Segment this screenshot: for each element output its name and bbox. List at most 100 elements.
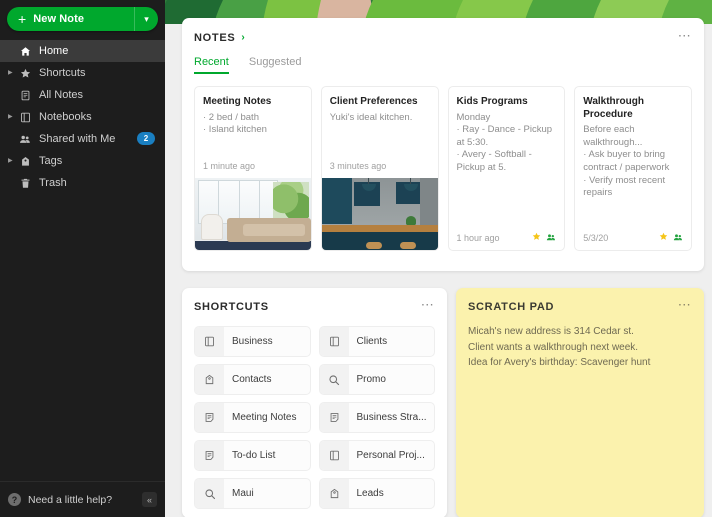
note-card-line: · Verify most recent repairs — [583, 174, 666, 199]
note-card-thumbnail-living-room — [195, 178, 311, 250]
shortcut-label: Business Stra... — [356, 412, 427, 423]
shortcut-label: Promo — [356, 374, 386, 385]
scratch-pad-line: Micah's new address is 314 Cedar st. — [468, 326, 634, 337]
shortcut-item-contacts[interactable]: Contacts — [194, 364, 311, 395]
notes-panel: NOTES › ⋯ Recent Suggested Meeting Notes… — [182, 18, 704, 271]
note-card-footer: 3 minutes ago — [322, 161, 438, 178]
kebab-menu-icon[interactable]: ⋯ — [678, 29, 692, 42]
scratch-pad-panel[interactable]: SCRATCH PAD ⋯ Micah's new address is 314… — [456, 288, 704, 517]
tag-icon — [319, 479, 349, 508]
kebab-menu-icon[interactable]: ⋯ — [421, 298, 435, 311]
shortcuts-panel-title: SHORTCUTS — [194, 301, 269, 313]
note-card[interactable]: Meeting Notes · 2 bed / bath · Island ki… — [194, 86, 312, 251]
note-card-body: Kids Programs Monday · Ray - Dance - Pic… — [449, 87, 565, 232]
shortcut-label: To-do List — [232, 450, 276, 461]
new-note-label: New Note — [33, 13, 85, 25]
shortcut-label: Contacts — [232, 374, 272, 385]
chevron-down-icon[interactable]: ▾ — [134, 7, 158, 31]
shortcuts-panel-header: SHORTCUTS ⋯ — [194, 298, 435, 313]
note-card-title: Meeting Notes — [203, 96, 272, 107]
shortcut-label: Meeting Notes — [232, 412, 297, 423]
scratch-pad-line: Idea for Avery's birthday: Scavenger hun… — [468, 357, 651, 368]
tag-icon — [195, 365, 224, 394]
lower-row: SHORTCUTS ⋯ Business Clients Contacts Pr… — [182, 288, 704, 517]
note-card-timestamp: 1 hour ago — [456, 232, 500, 243]
note-card-line: · Island kitchen — [203, 124, 267, 136]
collapse-left-icon[interactable]: « — [142, 492, 157, 507]
shortcut-item-clients[interactable]: Clients — [318, 326, 435, 357]
shortcut-item-to-do-list[interactable]: To-do List — [194, 440, 311, 471]
note-card[interactable]: Kids Programs Monday · Ray - Dance - Pic… — [447, 86, 566, 251]
tab-suggested[interactable]: Suggested — [249, 56, 302, 74]
note-card-timestamp: 3 minutes ago — [329, 161, 387, 171]
scratch-pad-body[interactable]: Micah's new address is 314 Cedar st. Cli… — [468, 324, 692, 371]
expand-arrow-icon[interactable]: ▶ — [8, 70, 16, 76]
shortcut-label: Business — [232, 336, 273, 347]
sidebar-item-trash[interactable]: Trash — [0, 172, 165, 194]
sidebar-item-label: Notebooks — [39, 111, 92, 123]
note-card[interactable]: Client Preferences Yuki's ideal kitchen.… — [320, 86, 439, 251]
note-card-thumbnail-kitchen — [321, 178, 438, 250]
tab-recent[interactable]: Recent — [194, 56, 229, 74]
expand-arrow-icon[interactable]: ▶ — [8, 158, 16, 164]
notes-tabs: Recent Suggested — [194, 56, 692, 74]
kebab-menu-icon[interactable]: ⋯ — [678, 298, 692, 311]
shortcut-item-personal-projects[interactable]: Personal Proj... — [318, 440, 435, 471]
expand-arrow-icon[interactable]: ▶ — [8, 114, 16, 120]
shortcut-item-business[interactable]: Business — [194, 326, 311, 357]
sidebar-item-label: Tags — [39, 155, 63, 167]
sidebar-item-notebooks[interactable]: ▶ Notebooks — [0, 106, 165, 128]
shortcuts-panel: SHORTCUTS ⋯ Business Clients Contacts Pr… — [182, 288, 447, 517]
note-card-title: Walkthrough Procedure — [583, 96, 644, 120]
shortcut-label: Personal Proj... — [356, 450, 425, 461]
note-card-footer: 1 hour ago — [449, 232, 565, 250]
shortcut-item-leads[interactable]: Leads — [318, 478, 435, 509]
note-card[interactable]: Walkthrough Procedure Before each walkth… — [574, 86, 692, 251]
shortcut-item-meeting-notes[interactable]: Meeting Notes — [194, 402, 311, 433]
shared-with-me-badge: 2 — [137, 132, 155, 145]
people-icon — [16, 134, 34, 145]
note-card-timestamp: 1 minute ago — [203, 161, 256, 171]
note-icon — [195, 403, 224, 432]
search-icon — [195, 479, 224, 508]
plus-icon: + — [18, 11, 27, 27]
sidebar-item-shared-with-me[interactable]: Shared with Me 2 — [0, 128, 165, 150]
shortcut-item-promo[interactable]: Promo — [318, 364, 435, 395]
notebook-icon — [319, 327, 349, 356]
sidebar-item-all-notes[interactable]: All Notes — [0, 84, 165, 106]
home-icon — [16, 46, 34, 57]
need-help-label: Need a little help? — [28, 493, 113, 506]
note-card-list: Meeting Notes · 2 bed / bath · Island ki… — [194, 86, 692, 251]
shortcut-item-business-strategy[interactable]: Business Stra... — [318, 402, 435, 433]
shortcut-label: Clients — [356, 336, 388, 347]
note-card-line: · Ask buyer to bring contract / paperwor… — [583, 149, 670, 173]
trash-icon — [16, 178, 34, 189]
scratch-pad-header: SCRATCH PAD ⋯ — [468, 298, 692, 313]
note-icon — [319, 403, 349, 432]
star-icon — [532, 232, 541, 243]
notes-panel-header: NOTES › ⋯ — [194, 29, 692, 44]
sidebar-item-shortcuts[interactable]: ▶ Shortcuts — [0, 62, 165, 84]
shortcut-grid: Business Clients Contacts Promo Meeting … — [194, 326, 435, 509]
star-icon — [659, 232, 668, 243]
new-note-button[interactable]: + New Note ▾ — [7, 7, 158, 31]
star-icon — [16, 68, 34, 79]
sidebar-nav: Home ▶ Shortcuts All Notes ▶ Notebooks S… — [0, 40, 165, 194]
need-help-row[interactable]: ? Need a little help? « — [0, 481, 165, 517]
sidebar-item-label: Home — [39, 45, 69, 57]
shortcut-item-maui[interactable]: Maui — [194, 478, 311, 509]
sidebar-item-home[interactable]: Home — [0, 40, 165, 62]
note-card-line: Yuki's ideal kitchen. — [329, 111, 413, 123]
note-card-line: Monday — [456, 111, 491, 123]
shortcut-label: Maui — [232, 488, 254, 499]
main-content: NOTES › ⋯ Recent Suggested Meeting Notes… — [165, 0, 712, 517]
search-icon — [319, 365, 349, 394]
sidebar-item-label: Trash — [39, 177, 67, 189]
chevron-right-icon[interactable]: › — [241, 32, 244, 43]
sidebar-item-tags[interactable]: ▶ Tags — [0, 150, 165, 172]
note-card-line: Before each walkthrough... — [583, 124, 643, 148]
note-card-line: · Ray - Dance - Pickup at 5:30. — [456, 124, 553, 148]
note-card-marks — [659, 232, 683, 243]
notebook-icon — [16, 112, 34, 123]
note-card-body: Meeting Notes · 2 bed / bath · Island ki… — [195, 87, 311, 161]
